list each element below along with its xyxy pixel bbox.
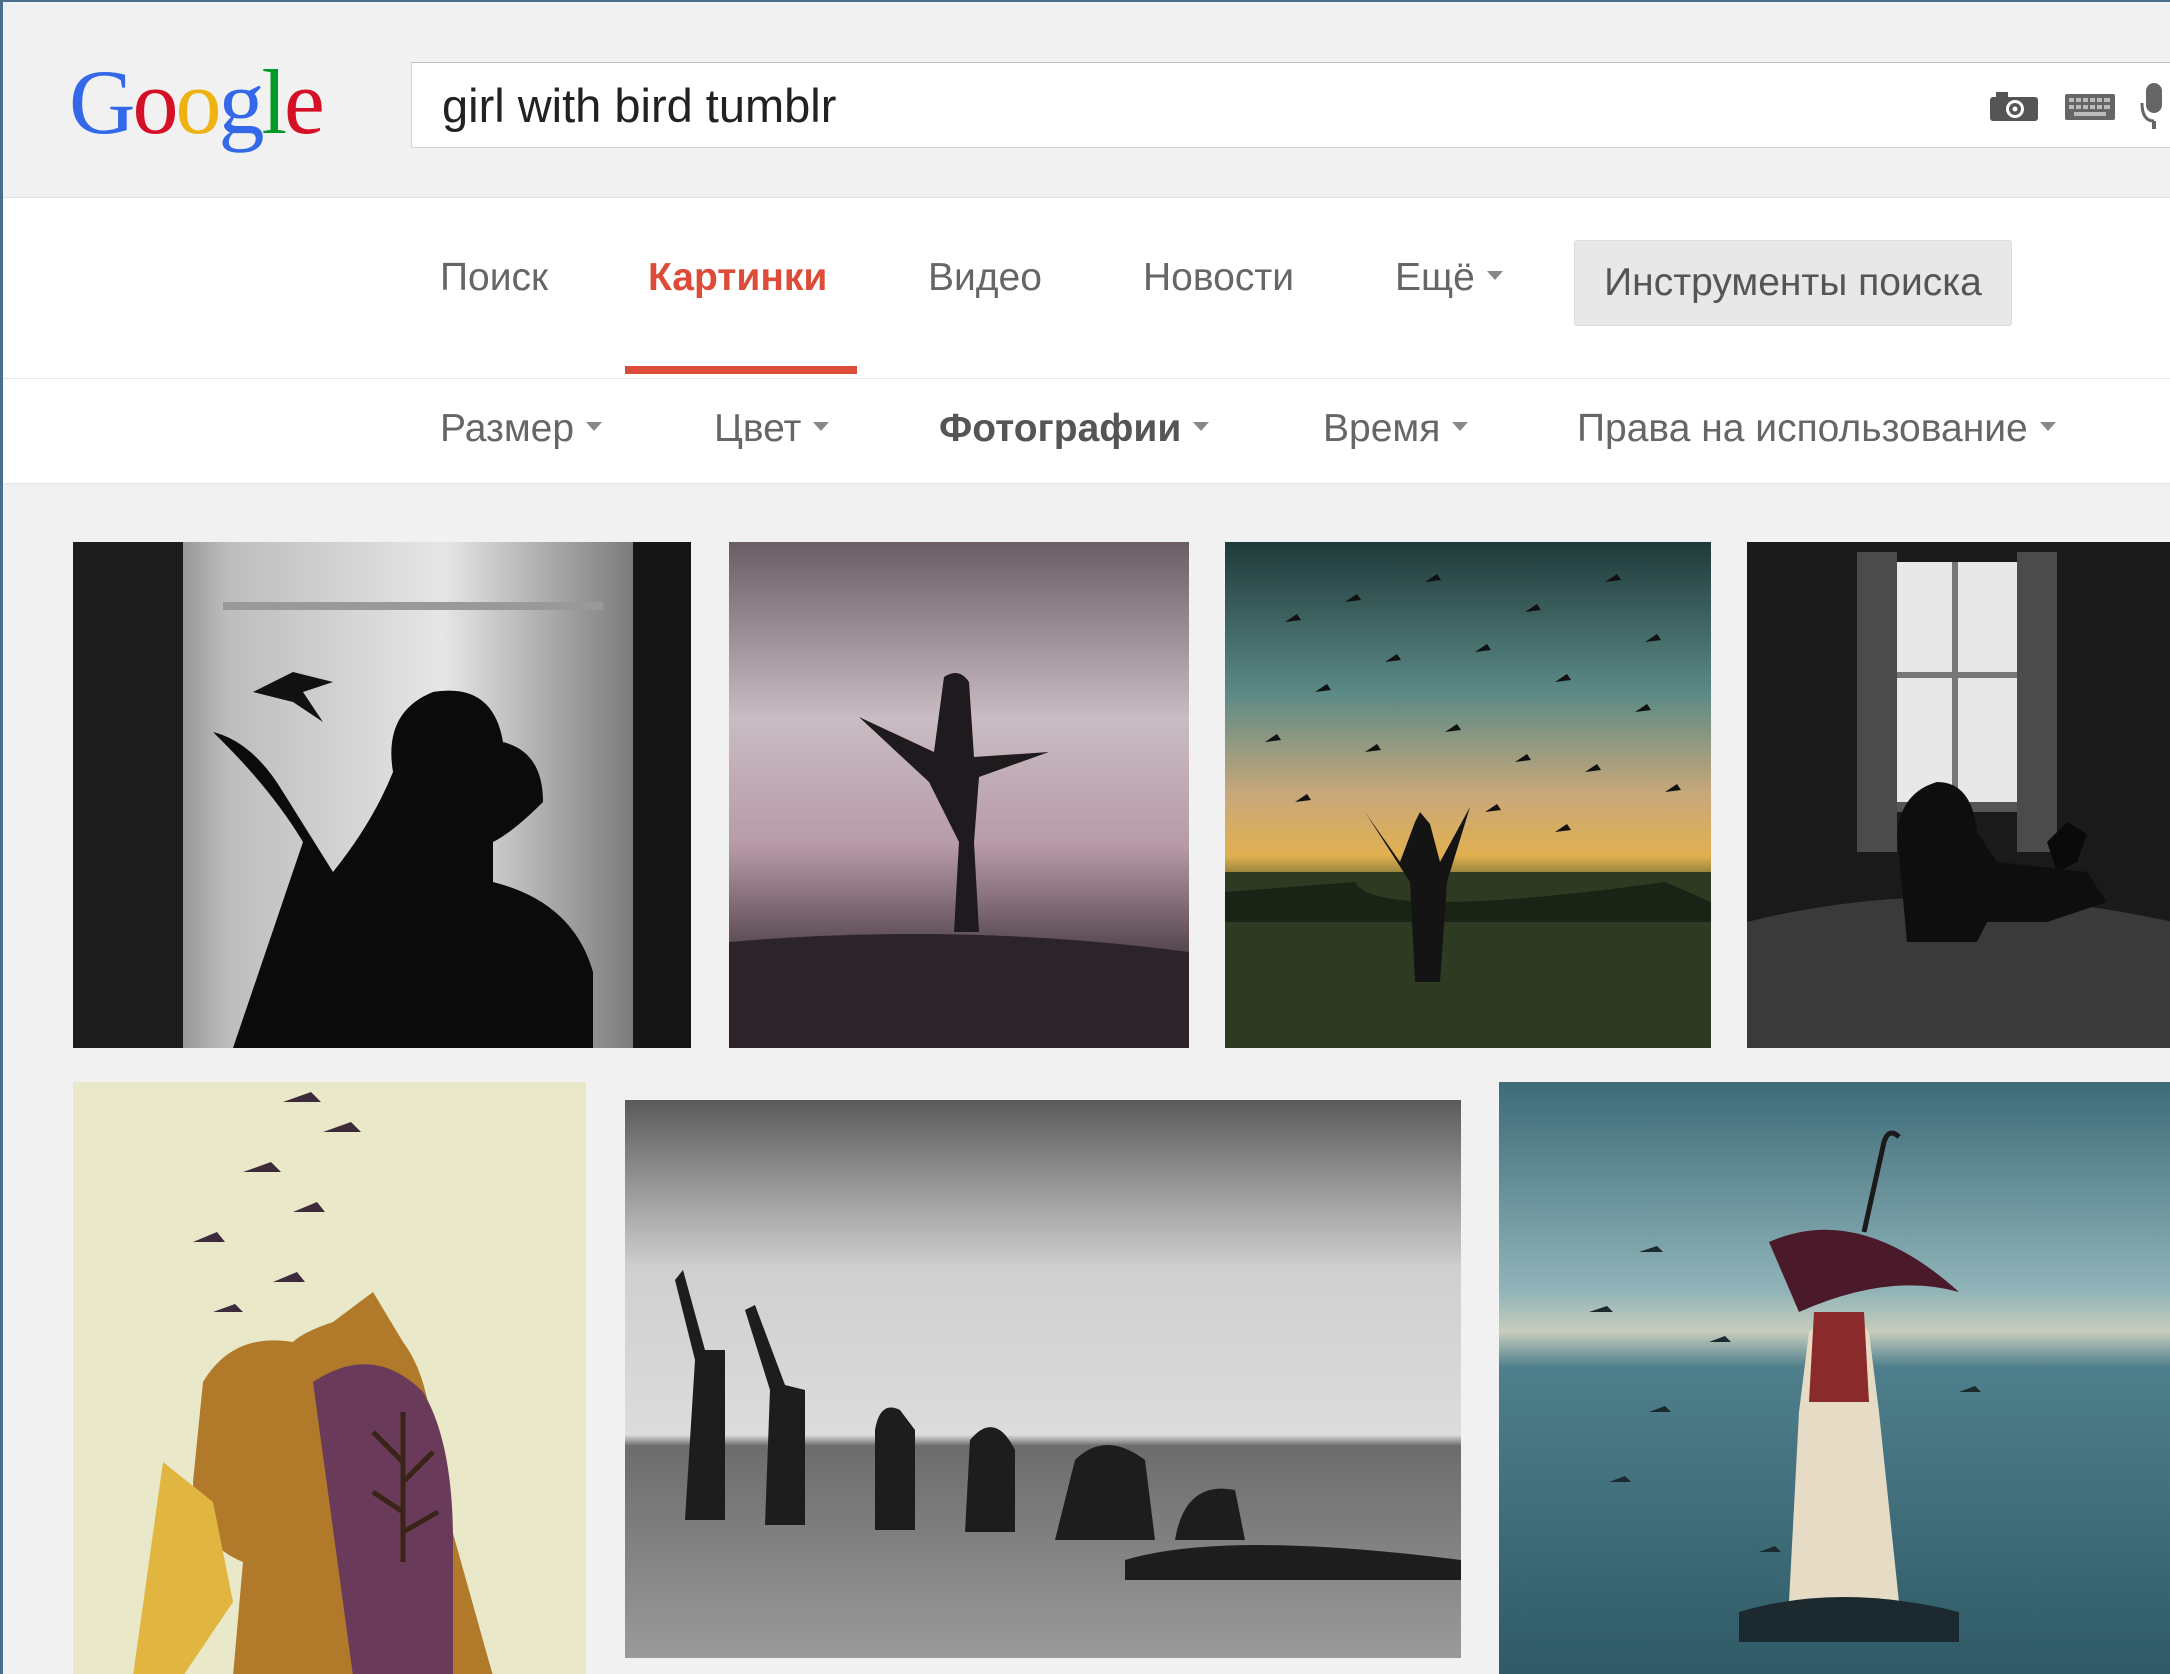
tab-more-label: Ещё: [1395, 256, 1475, 299]
result-thumbnail-image: [1747, 542, 2170, 1048]
tab-more[interactable]: Ещё: [1395, 248, 1503, 308]
microphone-icon[interactable]: [2138, 81, 2162, 131]
camera-icon[interactable]: [1988, 89, 2040, 123]
tab-images[interactable]: Картинки: [648, 248, 827, 308]
active-tab-indicator: [625, 366, 857, 374]
logo-letter: g: [218, 51, 264, 153]
image-result[interactable]: [729, 542, 1189, 1048]
search-tools-bar: Размер Цвет Фотографии Время Права на ис…: [3, 379, 2170, 484]
image-result[interactable]: [1225, 542, 1711, 1048]
search-box: [411, 62, 2170, 148]
logo-letter: G: [69, 51, 135, 153]
search-input[interactable]: [442, 63, 1942, 147]
chevron-down-icon: [813, 422, 830, 432]
tool-color-label: Цвет: [714, 407, 802, 450]
tool-type-label: Фотографии: [939, 407, 1182, 450]
logo-letter: o: [132, 51, 178, 153]
tab-video[interactable]: Видео: [928, 248, 1042, 308]
image-result[interactable]: [73, 1082, 586, 1674]
search-nav: Поиск Картинки Видео Новости Ещё Инструм…: [3, 198, 2170, 379]
tool-size[interactable]: Размер: [440, 399, 603, 459]
search-tools-button[interactable]: Инструменты поиска: [1574, 240, 2012, 326]
tool-time-label: Время: [1323, 407, 1441, 450]
logo-letter: e: [284, 51, 325, 153]
image-results-grid: [3, 484, 2170, 1674]
result-thumbnail-image: [729, 542, 1189, 1048]
chevron-down-icon: [586, 422, 603, 432]
image-result[interactable]: [625, 1100, 1461, 1658]
result-thumbnail-image: [73, 1082, 586, 1674]
result-thumbnail-image: [1499, 1082, 2170, 1674]
tool-usage-rights[interactable]: Права на использование: [1577, 399, 2056, 459]
logo-letter: o: [175, 51, 221, 153]
google-logo[interactable]: Google: [69, 51, 325, 153]
tool-color[interactable]: Цвет: [714, 399, 830, 459]
google-images-page: Google girl with bird tumblr Поиск Карти…: [0, 0, 2170, 1674]
result-thumbnail-image: [1225, 542, 1711, 1048]
chevron-down-icon: [1486, 271, 1503, 281]
tab-search[interactable]: Поиск: [440, 248, 548, 308]
chevron-down-icon: [2039, 422, 2056, 432]
tool-size-label: Размер: [440, 407, 575, 450]
result-thumbnail-image: [73, 542, 691, 1048]
image-result[interactable]: [1499, 1082, 2170, 1674]
image-result[interactable]: [73, 542, 691, 1048]
keyboard-icon[interactable]: [2064, 93, 2116, 121]
logo-letter: l: [261, 51, 287, 153]
image-result[interactable]: [1747, 542, 2170, 1048]
chevron-down-icon: [1452, 422, 1469, 432]
result-thumbnail-image: [625, 1100, 1461, 1658]
tool-time[interactable]: Время: [1323, 399, 1469, 459]
search-header: Google: [3, 2, 2170, 198]
tool-type[interactable]: Фотографии: [939, 399, 1210, 459]
tab-news[interactable]: Новости: [1143, 248, 1294, 308]
tool-usage-rights-label: Права на использование: [1577, 407, 2028, 450]
chevron-down-icon: [1193, 422, 1210, 432]
